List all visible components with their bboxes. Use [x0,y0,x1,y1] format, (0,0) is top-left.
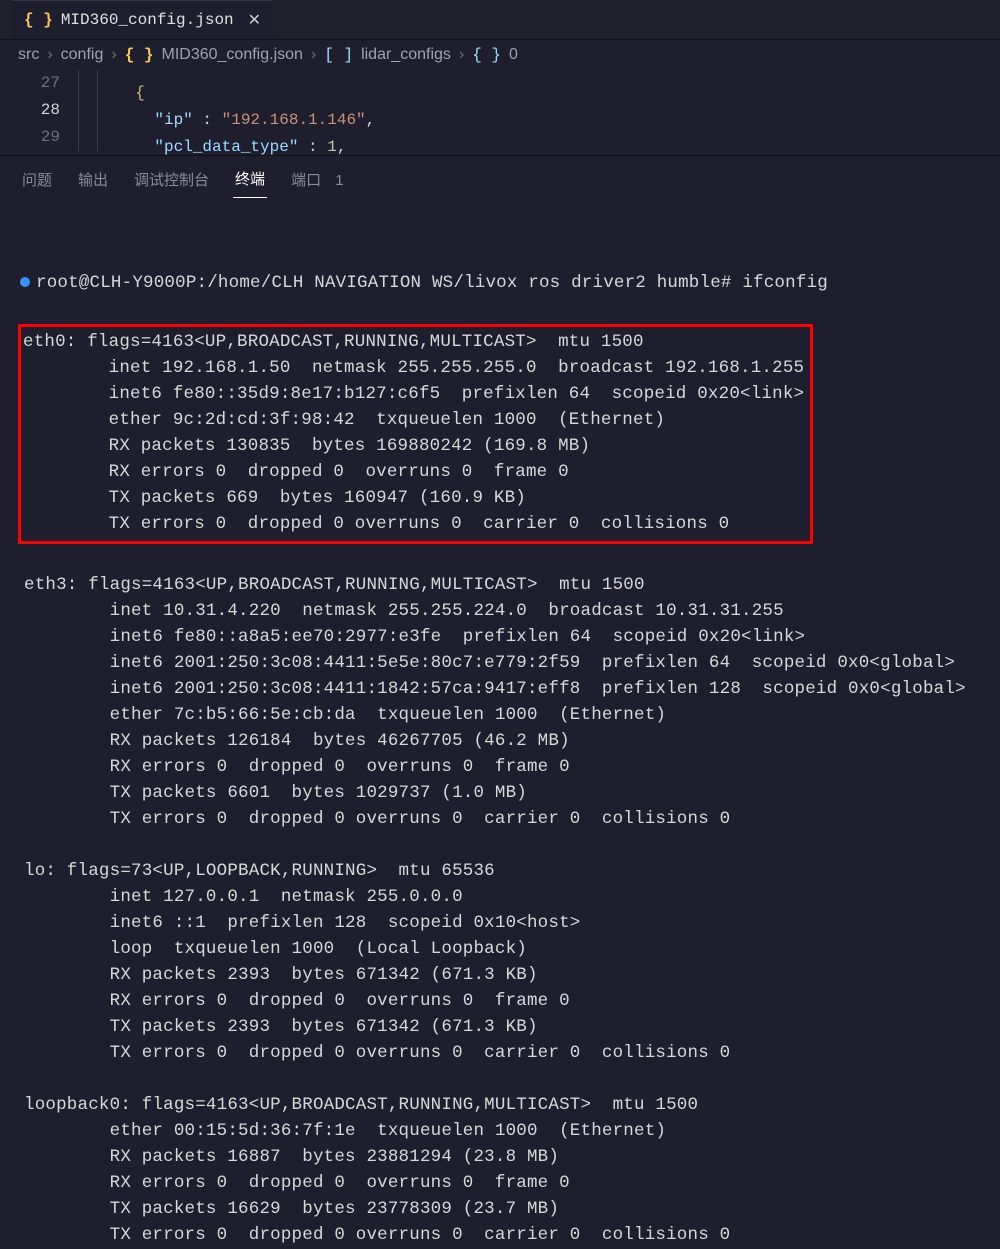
terminal-line [24,1066,1000,1092]
json-file-icon: { } [24,11,53,29]
code-line[interactable]: 29 "pcl_data_type" : 1, [0,124,1000,151]
terminal-line: TX packets 669 bytes 160947 (160.9 KB) [23,485,804,511]
terminal-line: TX errors 0 dropped 0 overruns 0 carrier… [24,806,1000,832]
terminal-line: RX packets 16887 bytes 23881294 (23.8 MB… [24,1144,1000,1170]
indent-guide [78,97,97,124]
panel-tab-bar: 问题 输出 调试控制台 终端 端口 1 [0,155,1000,198]
array-icon: [ ] [324,46,353,64]
code-line[interactable]: 27 { [0,70,1000,97]
breadcrumb-part[interactable]: MID360_config.json [162,46,303,64]
editor-tab[interactable]: { } MID360_config.json ✕ [12,0,273,39]
chevron-right-icon: › [111,46,116,64]
indent-guide [97,124,116,151]
terminal-line: loopback0: flags=4163<UP,BROADCAST,RUNNI… [24,1092,1000,1118]
terminal-line: lo: flags=73<UP,LOOPBACK,RUNNING> mtu 65… [24,858,1000,884]
terminal-line: loop txqueuelen 1000 (Local Loopback) [24,936,1000,962]
terminal-line: RX packets 130835 bytes 169880242 (169.8… [23,433,804,459]
panel-tab-ports-label: 端口 [291,172,321,189]
terminal-line: TX packets 2393 bytes 671342 (671.3 KB) [24,1014,1000,1040]
breadcrumb-part[interactable]: 0 [509,46,518,64]
terminal-line: inet6 fe80::35d9:8e17:b127:c6f5 prefixle… [23,381,804,407]
code-content[interactable]: "ip" : "192.168.1.146", [78,97,375,124]
object-icon: { } [472,46,501,64]
breadcrumb-part[interactable]: config [61,46,104,64]
terminal-line: ether 9c:2d:cd:3f:98:42 txqueuelen 1000 … [23,407,804,433]
chevron-right-icon: › [459,46,464,64]
ports-count: 1 [335,172,343,189]
terminal-output[interactable]: root@CLH-Y9000P:/home/CLH NAVIGATION WS/… [0,198,1000,1248]
close-tab-icon[interactable]: ✕ [248,10,261,30]
terminal-line: inet6 2001:250:3c08:4411:1842:57ca:9417:… [24,676,1000,702]
modified-indicator-dot [20,277,30,287]
terminal-line: RX errors 0 dropped 0 overruns 0 frame 0 [23,459,804,485]
token: 1 [327,138,337,156]
indent-guide [78,70,97,97]
tab-bar-leading [0,0,12,39]
terminal-line: inet 192.168.1.50 netmask 255.255.255.0 … [23,355,804,381]
breadcrumb-part[interactable]: lidar_configs [361,46,451,64]
terminal-line: RX errors 0 dropped 0 overruns 0 frame 0 [24,988,1000,1014]
terminal-line: inet 127.0.0.1 netmask 255.0.0.0 [24,884,1000,910]
code-line[interactable]: 28 "ip" : "192.168.1.146", [0,97,1000,124]
breadcrumb[interactable]: src › config › { } MID360_config.json › … [0,40,1000,70]
code-content[interactable]: "pcl_data_type" : 1, [78,124,346,151]
terminal-line: RX errors 0 dropped 0 overruns 0 frame 0 [24,1170,1000,1196]
terminal-line [24,546,1000,572]
panel-tab-debug-console[interactable]: 调试控制台 [132,165,211,198]
indent-guide [97,97,116,124]
token: "pcl_data_type" [154,138,298,156]
terminal-line: TX errors 0 dropped 0 overruns 0 carrier… [24,1040,1000,1066]
tab-filename: MID360_config.json [61,11,234,29]
terminal-line: eth0: flags=4163<UP,BROADCAST,RUNNING,MU… [23,329,804,355]
terminal-line: TX errors 0 dropped 0 overruns 0 carrier… [23,511,804,537]
terminal-line: ether 7c:b5:66:5e:cb:da txqueuelen 1000 … [24,702,1000,728]
panel-tab-terminal[interactable]: 终端 [233,164,267,198]
terminal-line: RX packets 126184 bytes 46267705 (46.2 M… [24,728,1000,754]
chevron-right-icon: › [311,46,316,64]
line-number: 28 [0,97,78,124]
indent-guide [78,124,97,151]
terminal-line [24,832,1000,858]
token: , [366,111,376,129]
terminal-line: ether 00:15:5d:36:7f:1e txqueuelen 1000 … [24,1118,1000,1144]
terminal-line: inet6 2001:250:3c08:4411:5e5e:80c7:e779:… [24,650,1000,676]
json-file-icon: { } [125,46,154,64]
terminal-line: TX packets 16629 bytes 23778309 (23.7 MB… [24,1196,1000,1222]
editor-tab-bar: { } MID360_config.json ✕ [0,0,1000,40]
code-content[interactable]: { [78,70,145,97]
token: : [298,138,327,156]
terminal-line: eth3: flags=4163<UP,BROADCAST,RUNNING,MU… [24,572,1000,598]
highlight-box: eth0: flags=4163<UP,BROADCAST,RUNNING,MU… [18,324,813,544]
indent-guide [97,70,116,97]
terminal-line: inet6 fe80::a8a5:ee70:2977:e3fe prefixle… [24,624,1000,650]
panel-tab-problems[interactable]: 问题 [20,165,54,198]
breadcrumb-part[interactable]: src [18,46,39,64]
token: , [337,138,347,156]
code-editor[interactable]: 27 {28 "ip" : "192.168.1.146",29 "pcl_da… [0,70,1000,155]
terminal-line: RX errors 0 dropped 0 overruns 0 frame 0 [24,754,1000,780]
terminal-line: RX packets 2393 bytes 671342 (671.3 KB) [24,962,1000,988]
terminal-prompt: root@CLH-Y9000P:/home/CLH NAVIGATION WS/… [36,273,828,293]
chevron-right-icon: › [47,46,52,64]
panel-tab-output[interactable]: 输出 [76,165,110,198]
terminal-prompt-line: root@CLH-Y9000P:/home/CLH NAVIGATION WS/… [24,270,1000,296]
terminal-line: inet 10.31.4.220 netmask 255.255.224.0 b… [24,598,1000,624]
line-number: 27 [0,70,78,97]
terminal-line: inet6 ::1 prefixlen 128 scopeid 0x10<hos… [24,910,1000,936]
terminal-line: TX errors 0 dropped 0 overruns 0 carrier… [24,1222,1000,1248]
panel-tab-ports[interactable]: 端口 1 [289,165,346,198]
terminal-line: TX packets 6601 bytes 1029737 (1.0 MB) [24,780,1000,806]
line-number: 29 [0,124,78,151]
